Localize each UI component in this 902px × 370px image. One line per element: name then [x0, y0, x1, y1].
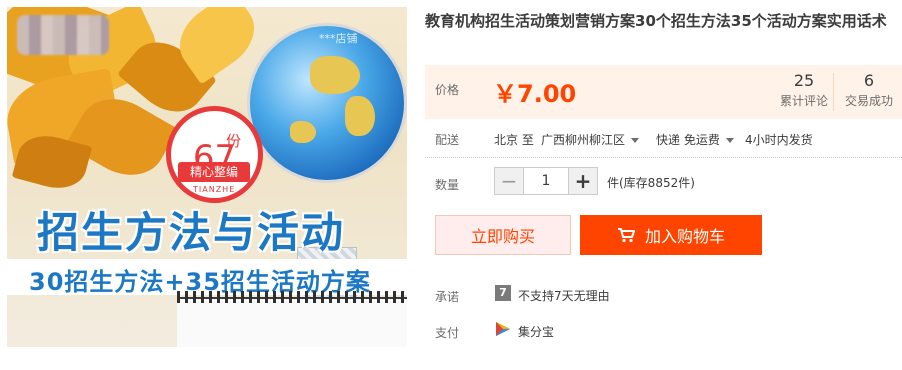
add-to-cart-button[interactable]: 加入购物车 — [580, 215, 762, 255]
chevron-down-icon — [725, 138, 734, 143]
payment-method[interactable]: 集分宝 — [518, 323, 554, 340]
price-panel: 价格 ￥7.00 25 累计评论 6 交易成功 — [425, 65, 902, 119]
shipping-method-select[interactable]: 快递 免运费 — [656, 131, 734, 148]
quantity-input[interactable] — [523, 168, 569, 194]
delivery-destination-select[interactable]: 广西柳州柳江区 — [541, 131, 640, 148]
delivery-destination: 广西柳州柳江区 — [541, 133, 626, 147]
no-return-icon: 7 — [495, 285, 511, 301]
shop-watermark-text: ***店铺 — [319, 32, 358, 45]
trades-label: 交易成功 — [845, 94, 894, 108]
divider-line — [425, 157, 902, 158]
reviews-count: 25 — [793, 71, 815, 90]
jifenbao-icon — [495, 321, 511, 337]
shop-logo-watermark — [17, 15, 109, 55]
badge-unit: 份 — [226, 132, 242, 150]
delivery-label: 配送 — [435, 133, 460, 147]
badge-strip: 精心整编 — [178, 162, 250, 182]
globe-illustration — [247, 23, 407, 183]
promise-text[interactable]: 不支持7天无理由 — [518, 287, 610, 304]
stock-info: 件(库存8852件) — [607, 176, 695, 190]
add-to-cart-label: 加入购物车 — [644, 227, 725, 246]
shipping-method: 快递 免运费 — [656, 133, 720, 147]
price-value: ￥7.00 — [493, 80, 577, 108]
stat-divider — [833, 73, 834, 111]
product-title: 教育机构招生活动策划营销方案30个招生方法35个活动方案实用话术 — [425, 12, 887, 30]
product-image[interactable]: ***店铺 67 份 精心整编 TIANZHE 招生方法与活动 30招生方法+3… — [7, 7, 407, 347]
reviews-stat[interactable]: 25 累计评论 — [780, 71, 828, 109]
quantity-decrease-button[interactable]: − — [495, 168, 523, 194]
delivery-origin: 北京 至 — [494, 133, 534, 147]
cart-icon — [617, 227, 635, 243]
quantity-increase-button[interactable]: + — [569, 168, 597, 194]
promise-label: 承诺 — [435, 290, 460, 304]
delivery-row: 配送 北京 至 广西柳州柳江区 快递 免运费 4小时内发货 — [425, 128, 895, 150]
trades-stat: 6 交易成功 — [845, 71, 893, 109]
buy-now-button[interactable]: 立即购买 — [435, 215, 571, 255]
badge-pinyin: TIANZHE — [193, 185, 236, 194]
quantity-stepper: − + — [494, 167, 598, 195]
reviews-label: 累计评论 — [780, 94, 829, 108]
notebook-illustration — [177, 297, 407, 347]
price-label: 价格 — [435, 83, 460, 97]
dispatch-time: 4小时内发货 — [745, 133, 813, 147]
chevron-down-icon — [631, 138, 640, 143]
quantity-label: 数量 — [435, 178, 460, 192]
image-headline: 招生方法与活动 — [37, 208, 346, 257]
trades-count: 6 — [863, 71, 875, 90]
notebook-rings — [177, 291, 407, 303]
payment-label: 支付 — [435, 326, 460, 340]
